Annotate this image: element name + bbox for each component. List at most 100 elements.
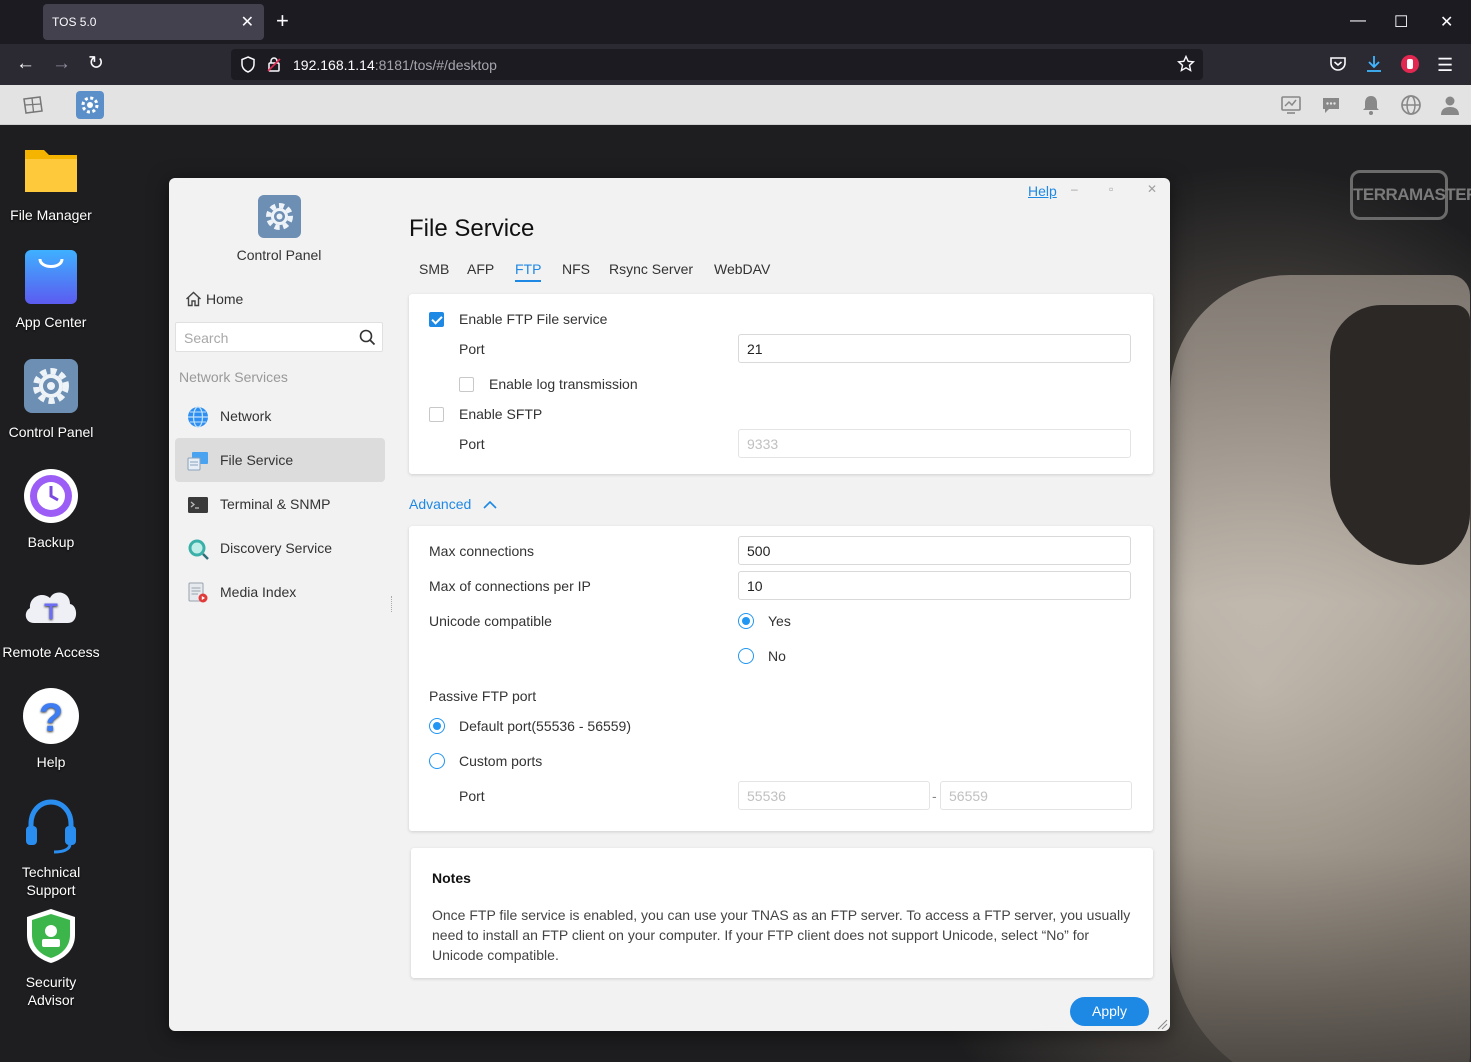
- custom-ports-label: Custom ports: [459, 753, 543, 769]
- minimize-window-icon[interactable]: —: [1350, 12, 1366, 30]
- max-connections-field[interactable]: 500: [738, 536, 1131, 565]
- tab-nfs[interactable]: NFS: [562, 261, 590, 277]
- svg-text:T: T: [44, 599, 58, 624]
- unicode-no-radio[interactable]: [738, 648, 754, 664]
- discovery-icon: [188, 539, 209, 560]
- sidebar-item-label: Discovery Service: [220, 540, 333, 556]
- sidebar-item-label: Network: [220, 408, 272, 424]
- desktop-icon-label: App Center: [15, 314, 87, 330]
- desktop-icon-backup[interactable]: Backup: [0, 467, 102, 551]
- home-link[interactable]: Home: [185, 291, 243, 307]
- app-title: Control Panel: [236, 247, 322, 263]
- ftp-port-field[interactable]: 21: [738, 334, 1131, 363]
- menu-icon[interactable]: ☰: [1437, 54, 1453, 76]
- browser-tab-bar: TOS 5.0 ✕ + — ☐ ✕: [0, 0, 1471, 44]
- shield-icon[interactable]: [240, 56, 256, 73]
- chat-icon[interactable]: [1320, 94, 1342, 116]
- unicode-compatible-label: Unicode compatible: [429, 613, 552, 629]
- ftp-settings-card: Enable FTP File service Port 21 Enable l…: [409, 294, 1153, 474]
- desktop-icon-remote-access[interactable]: T Remote Access: [0, 577, 102, 661]
- home-icon: [186, 291, 201, 307]
- adblock-extension-icon[interactable]: [1399, 53, 1421, 75]
- enable-sftp-checkbox[interactable]: [429, 407, 444, 422]
- desktop-icon-security-advisor[interactable]: Security Advisor: [0, 907, 102, 1009]
- tab-rsync-server[interactable]: Rsync Server: [609, 261, 693, 277]
- backup-clock-icon: [24, 469, 78, 523]
- maximize-window-icon[interactable]: ☐: [1394, 12, 1408, 32]
- enable-ftp-checkbox[interactable]: [429, 312, 444, 327]
- insecure-lock-icon[interactable]: [266, 56, 282, 73]
- headset-icon: [26, 799, 76, 854]
- svg-text:?: ?: [39, 696, 63, 740]
- unicode-yes-label: Yes: [768, 613, 791, 629]
- desktop-icon-control-panel[interactable]: Control Panel: [0, 357, 102, 441]
- desktop-icon-technical-support[interactable]: Technical Support: [0, 797, 102, 899]
- new-tab-button[interactable]: +: [276, 8, 289, 34]
- question-mark-icon: ?: [23, 688, 79, 744]
- desktop-icon-app-center[interactable]: App Center: [0, 247, 102, 331]
- tab-webdav[interactable]: WebDAV: [714, 261, 770, 277]
- minimize-icon[interactable]: –: [1071, 182, 1078, 196]
- bookmark-star-icon[interactable]: [1177, 55, 1195, 73]
- close-window-icon[interactable]: ✕: [1440, 12, 1453, 32]
- port-to-field[interactable]: 56559: [940, 781, 1132, 810]
- desktop-icon-label: Technical Support: [21, 864, 81, 898]
- advanced-toggle[interactable]: Advanced: [409, 496, 497, 512]
- control-panel-taskbar-icon[interactable]: [76, 91, 104, 119]
- sftp-port-label: Port: [459, 436, 485, 452]
- search-icon[interactable]: [359, 329, 376, 346]
- resize-grip-icon[interactable]: [1156, 1018, 1168, 1030]
- sidebar-item-label: Media Index: [220, 584, 297, 600]
- close-icon[interactable]: ✕: [1147, 182, 1157, 196]
- sidebar-resize-handle[interactable]: [391, 596, 393, 612]
- tab-smb[interactable]: SMB: [419, 261, 449, 277]
- enable-ftp-label: Enable FTP File service: [459, 311, 608, 327]
- notification-bell-icon[interactable]: [1360, 94, 1382, 116]
- desktop-icon-file-manager[interactable]: File Manager: [0, 140, 102, 224]
- download-icon[interactable]: [1363, 53, 1385, 75]
- back-button[interactable]: ←: [16, 53, 35, 75]
- cloud-icon: T: [25, 592, 77, 624]
- url-bar[interactable]: 192.168.1.14:8181/tos/#/desktop: [231, 49, 1203, 80]
- pocket-icon[interactable]: [1327, 53, 1349, 75]
- sidebar-item-media-index[interactable]: Media Index: [175, 570, 385, 614]
- maximize-icon[interactable]: ▫: [1109, 182, 1113, 196]
- unicode-no-label: No: [768, 648, 786, 664]
- apply-button[interactable]: Apply: [1070, 997, 1149, 1026]
- forward-button[interactable]: →: [52, 53, 71, 75]
- desktop-icon-label: Control Panel: [8, 424, 94, 440]
- browser-tab[interactable]: TOS 5.0 ✕: [43, 4, 264, 40]
- desktop-icon-help[interactable]: ? Help: [0, 687, 102, 771]
- reload-button[interactable]: ↻: [88, 53, 104, 75]
- language-globe-icon[interactable]: [1400, 94, 1422, 116]
- user-account-icon[interactable]: [1439, 94, 1461, 116]
- sidebar-item-terminal-snmp[interactable]: Terminal & SNMP: [175, 482, 385, 526]
- unicode-yes-radio[interactable]: [738, 613, 754, 629]
- tab-afp[interactable]: AFP: [467, 261, 494, 277]
- resource-monitor-icon[interactable]: [1280, 94, 1302, 116]
- default-port-radio[interactable]: [429, 718, 445, 734]
- terramaster-logo: TERRAMASTER: [1350, 170, 1471, 220]
- custom-ports-radio[interactable]: [429, 753, 445, 769]
- section-label: Network Services: [179, 369, 288, 385]
- sidebar-item-file-service[interactable]: File Service: [175, 438, 385, 482]
- notes-text: Once FTP file service is enabled, you ca…: [432, 907, 1131, 963]
- sftp-port-field[interactable]: 9333: [738, 429, 1131, 458]
- globe-icon: [188, 406, 208, 428]
- sidebar-item-network[interactable]: Network: [175, 394, 385, 438]
- passive-port-label: Port: [459, 788, 485, 804]
- show-desktop-icon[interactable]: [22, 94, 44, 116]
- terminal-icon: [188, 497, 208, 513]
- folder-icon: [25, 150, 77, 192]
- passive-ftp-port-label: Passive FTP port: [429, 688, 537, 704]
- wallpaper-dog-ear: [1330, 305, 1470, 565]
- sidebar-item-discovery-service[interactable]: Discovery Service: [175, 526, 385, 570]
- close-tab-icon[interactable]: ✕: [241, 12, 254, 32]
- tab-ftp[interactable]: FTP: [515, 261, 542, 282]
- search-input[interactable]: Search: [175, 322, 383, 352]
- max-connections-per-ip-field[interactable]: 10: [738, 571, 1131, 600]
- port-from-field[interactable]: 55536: [738, 781, 930, 810]
- enable-log-checkbox[interactable]: [459, 377, 474, 392]
- search-placeholder: Search: [184, 330, 229, 346]
- help-link[interactable]: Help: [1028, 183, 1057, 199]
